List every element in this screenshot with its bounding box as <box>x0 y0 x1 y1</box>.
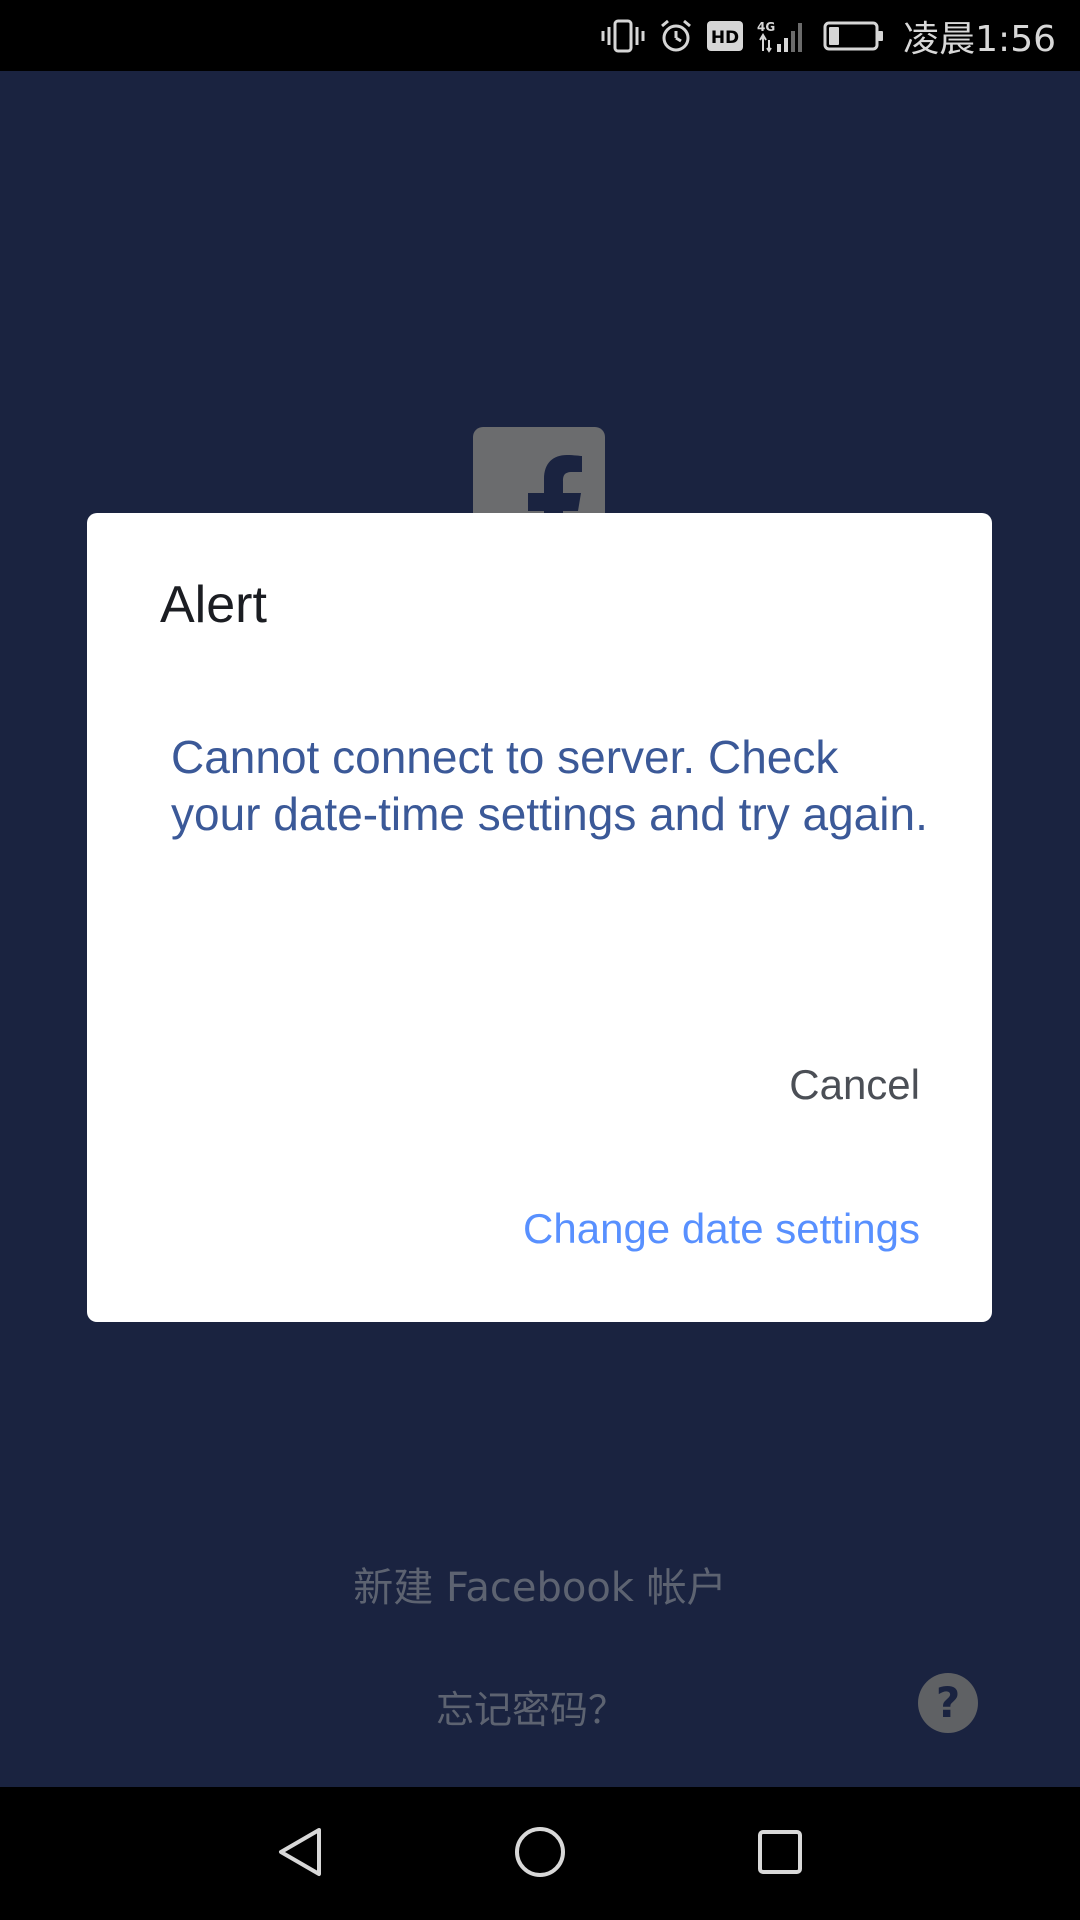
navigation-bar <box>0 1787 1080 1920</box>
alert-dialog: Alert Cannot connect to server. Check yo… <box>87 513 992 1322</box>
battery-icon <box>823 21 885 51</box>
recents-icon <box>756 1828 804 1880</box>
svg-text:4G: 4G <box>757 20 775 34</box>
cancel-button[interactable]: Cancel <box>789 1061 920 1109</box>
home-button[interactable] <box>480 1787 600 1920</box>
hd-icon: HD <box>707 20 744 51</box>
back-icon <box>275 1826 325 1882</box>
change-date-settings-button[interactable]: Change date settings <box>523 1205 920 1253</box>
back-button[interactable] <box>240 1787 360 1920</box>
dialog-message: Cannot connect to server. Check your dat… <box>171 731 928 840</box>
forgot-password-link[interactable]: 忘记密码？ <box>436 1679 626 1734</box>
svg-text:HD: HD <box>711 28 739 48</box>
create-account-link[interactable]: 新建 Facebook 帐户 <box>0 1555 1080 1613</box>
vibrate-icon <box>601 19 645 53</box>
home-icon <box>513 1825 567 1883</box>
status-icons: HD 4G 凌晨1:56 <box>601 0 1056 71</box>
recents-button[interactable] <box>720 1787 840 1920</box>
dialog-title: Alert <box>160 576 267 634</box>
status-bar: HD 4G 凌晨1:56 <box>0 0 1080 71</box>
status-clock: 凌晨1:56 <box>903 18 1056 60</box>
alarm-icon <box>659 19 693 53</box>
help-icon[interactable]: ? <box>918 1673 978 1733</box>
4g-signal-icon: 4G <box>757 18 809 54</box>
